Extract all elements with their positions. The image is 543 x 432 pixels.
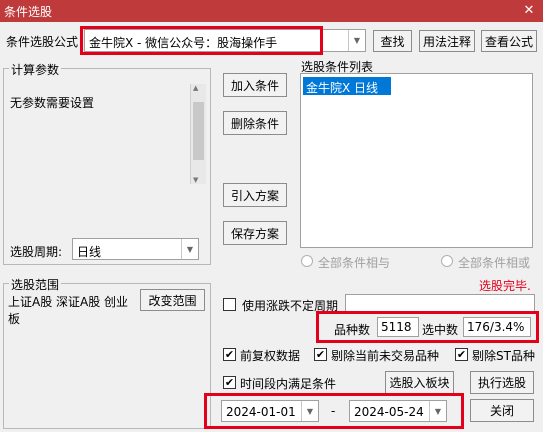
change-range-button[interactable]: 改变范围 xyxy=(140,289,205,311)
exclude-st-label: 剔除ST品种 xyxy=(472,349,535,363)
highlight-dates xyxy=(204,393,464,429)
chevron-down-icon[interactable]: ▼ xyxy=(181,239,198,259)
title-bar: 条件选股 ✕ xyxy=(0,0,543,22)
range-text: 上证A股 深证A股 创业板 xyxy=(8,295,129,326)
find-button[interactable]: 查找 xyxy=(373,30,412,52)
radio-all-or[interactable] xyxy=(441,255,453,267)
pre-adjust-checkbox[interactable]: ✔ xyxy=(223,348,236,361)
to-block-button[interactable]: 选股入板块 xyxy=(385,371,454,394)
scroll-thumb[interactable] xyxy=(193,102,204,160)
radio-all-and[interactable] xyxy=(301,255,313,267)
pre-adjust-label: 前复权数据 xyxy=(240,349,301,363)
usage-notes-button[interactable]: 用法注释 xyxy=(419,30,475,52)
highlight-stats xyxy=(316,311,539,343)
period-value: 日线 xyxy=(77,245,102,259)
params-text: 无参数需要设置 xyxy=(10,96,95,110)
close-button[interactable]: 关闭 xyxy=(470,399,534,422)
import-scheme-button[interactable]: 引入方案 xyxy=(223,183,287,207)
exclude-untraded-label: 剔除当前未交易品种 xyxy=(331,349,440,363)
close-icon[interactable]: ✕ xyxy=(515,0,543,22)
execute-button[interactable]: 执行选股 xyxy=(470,371,534,394)
chevron-down-icon[interactable]: ▼ xyxy=(348,30,365,51)
range-legend: 选股范围 xyxy=(9,276,62,293)
time-range-checkbox[interactable]: ✔ xyxy=(223,376,236,389)
time-range-label: 时间段内满足条件 xyxy=(240,377,337,391)
exclude-untraded-checkbox[interactable]: ✔ xyxy=(314,348,327,361)
add-condition-button[interactable]: 加入条件 xyxy=(223,73,287,97)
view-formula-button[interactable]: 查看公式 xyxy=(481,30,537,52)
highlight-formula xyxy=(80,26,323,55)
delete-condition-button[interactable]: 删除条件 xyxy=(223,111,287,135)
formula-label: 条件选股公式 xyxy=(6,35,79,49)
radio-all-or-label: 全部条件相或 xyxy=(458,256,531,270)
params-legend: 计算参数 xyxy=(9,61,62,78)
exclude-st-checkbox[interactable]: ✔ xyxy=(455,348,468,361)
window-title: 条件选股 xyxy=(4,5,53,19)
params-scrollbar[interactable]: ▲ ▼ xyxy=(190,84,206,184)
scroll-up-icon[interactable]: ▲ xyxy=(193,84,198,92)
variable-period-checkbox[interactable] xyxy=(223,298,236,311)
period-label: 选股周期: xyxy=(10,245,63,259)
radio-all-and-label: 全部条件相与 xyxy=(318,256,391,270)
period-select[interactable]: 日线 ▼ xyxy=(72,238,199,260)
conditions-list[interactable]: 金牛院X 日线 xyxy=(300,73,533,248)
list-item[interactable]: 金牛院X 日线 xyxy=(303,77,391,95)
scroll-down-icon[interactable]: ▼ xyxy=(193,176,198,184)
status-text: 选股完毕. xyxy=(479,279,531,293)
save-scheme-button[interactable]: 保存方案 xyxy=(223,221,287,245)
